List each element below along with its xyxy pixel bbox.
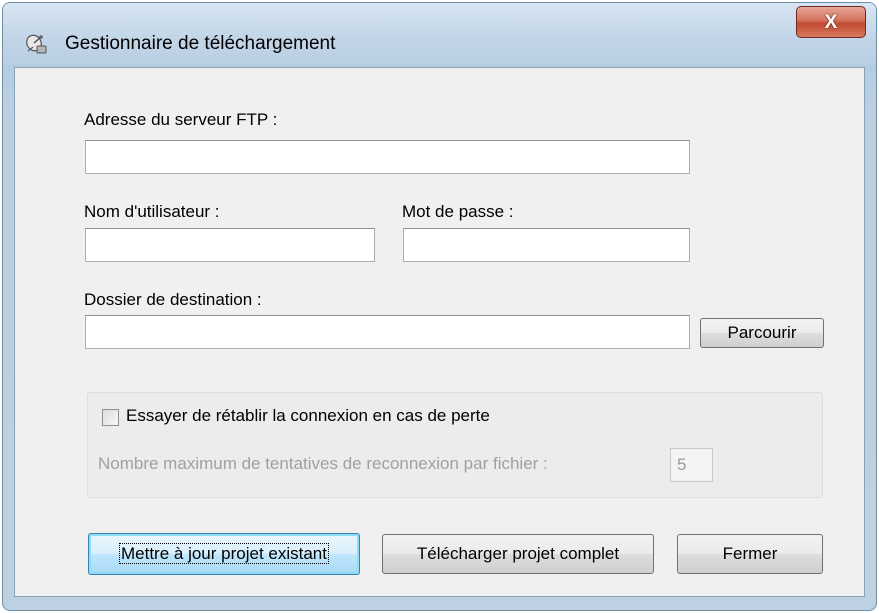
ftp-address-input[interactable] <box>85 140 690 174</box>
update-project-label: Mettre à jour projet existant <box>119 543 329 564</box>
close-icon: X <box>824 11 838 33</box>
browse-button[interactable]: Parcourir <box>700 318 824 348</box>
reconnect-checkbox-label[interactable]: Essayer de rétablir la connexion en cas … <box>126 406 490 426</box>
close-button[interactable]: Fermer <box>677 534 823 574</box>
max-retries-input: 5 <box>670 448 713 482</box>
download-full-project-button[interactable]: Télécharger projet complet <box>382 534 654 574</box>
username-input[interactable] <box>85 228 375 262</box>
password-label: Mot de passe : <box>402 202 514 221</box>
title-bar[interactable]: Gestionnaire de téléchargement X <box>3 3 876 65</box>
destination-folder-input[interactable] <box>85 315 690 349</box>
satellite-dish-icon <box>25 33 49 55</box>
window-close-button[interactable]: X <box>796 6 866 38</box>
window-title: Gestionnaire de téléchargement <box>65 33 336 54</box>
max-retries-label: Nombre maximum de tentatives de reconnex… <box>98 454 548 473</box>
dialog-content: Adresse du serveur FTP : Nom d'utilisate… <box>14 67 865 597</box>
reconnect-checkbox[interactable] <box>102 409 119 426</box>
download-manager-window: Gestionnaire de téléchargement X Adresse… <box>2 2 877 611</box>
password-input[interactable] <box>403 228 690 262</box>
username-label: Nom d'utilisateur : <box>84 202 220 221</box>
update-project-button[interactable]: Mettre à jour projet existant <box>88 533 360 575</box>
ftp-address-label: Adresse du serveur FTP : <box>84 110 278 129</box>
reconnect-group: Essayer de rétablir la connexion en cas … <box>87 392 823 498</box>
destination-folder-label: Dossier de destination : <box>84 290 262 309</box>
